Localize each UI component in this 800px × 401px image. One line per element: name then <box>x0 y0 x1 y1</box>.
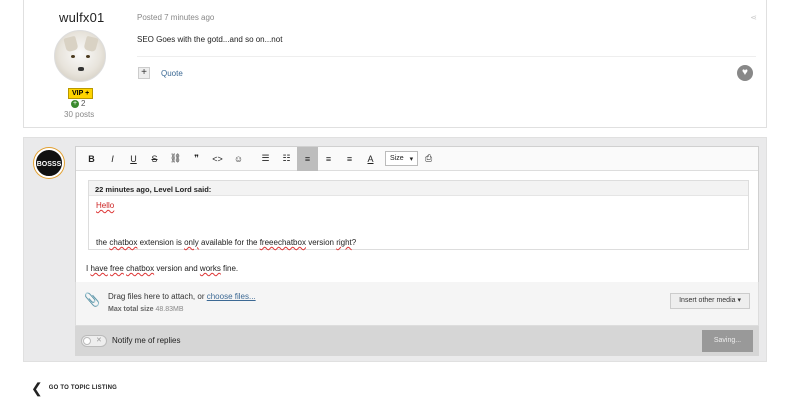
strikethrough-button[interactable]: S <box>144 147 165 171</box>
link-icon[interactable]: ⛓ <box>165 147 186 171</box>
reputation: + 2 <box>71 99 85 108</box>
reply-area: BOSSS B I U S ⛓ ❞ <> ☺ ☰ ☷ ≡ ≡ ≡ A Size … <box>23 137 767 362</box>
max-size: Max total size 48.83MB <box>108 306 184 313</box>
paperclip-icon: 📎 <box>84 292 101 307</box>
go-to-topic-listing-link[interactable]: ❮ GO TO TOPIC LISTING <box>31 380 117 396</box>
reply-user-avatar: BOSSS <box>34 148 64 178</box>
back-label: GO TO TOPIC LISTING <box>48 385 117 391</box>
post-card: wulfx01 VIP + + 2 30 posts Posted 7 minu… <box>23 0 767 128</box>
underline-button[interactable]: U <box>123 147 144 171</box>
text-color-icon[interactable]: A <box>360 147 381 171</box>
quote-citation: 22 minutes ago, Level Lord said: <box>89 181 748 196</box>
font-size-label: Size <box>390 155 404 162</box>
italic-button[interactable]: I <box>102 147 123 171</box>
submit-button[interactable]: Saving... <box>702 330 753 352</box>
reply-footer: ✕ Notify me of replies Saving... <box>75 326 759 356</box>
source-icon[interactable]: ⎙ <box>418 147 439 171</box>
vip-badge: VIP + <box>68 88 94 99</box>
insert-media-button[interactable]: Insert other media ▾ <box>670 293 750 309</box>
close-icon: ✕ <box>96 337 102 344</box>
post-count: 30 posts <box>64 110 95 119</box>
numbered-list-icon[interactable]: ☷ <box>276 147 297 171</box>
font-size-dropdown[interactable]: Size ▾ <box>385 151 419 166</box>
post-timestamp[interactable]: Posted 7 minutes ago <box>137 13 214 22</box>
reply-text[interactable]: I have free chatbox version and works fi… <box>86 264 238 273</box>
quote-icon[interactable]: ❞ <box>186 147 207 171</box>
choose-files-link[interactable]: choose files... <box>207 292 256 301</box>
quote-button[interactable]: Quote <box>161 69 183 78</box>
multiquote-button[interactable]: + <box>138 67 150 79</box>
quote-line-2: the chatbox extension is only available … <box>96 238 357 247</box>
editor-toolbar: B I U S ⛓ ❞ <> ☺ ☰ ☷ ≡ ≡ ≡ A Size ▾ ⎙ <box>76 146 758 171</box>
reputation-count: 2 <box>81 99 86 108</box>
divider <box>137 56 756 57</box>
attachment-area[interactable]: 📎 Drag files here to attach, or choose f… <box>75 282 759 326</box>
notify-toggle[interactable]: ✕ <box>81 335 107 347</box>
align-center-icon[interactable]: ≡ <box>318 147 339 171</box>
drag-files-text: Drag files here to attach, or choose fil… <box>108 292 256 301</box>
bold-button[interactable]: B <box>81 147 102 171</box>
chevron-down-icon: ▾ <box>409 155 414 163</box>
align-right-icon[interactable]: ≡ <box>339 147 360 171</box>
share-icon[interactable]: ⋖ <box>750 13 757 22</box>
bullet-list-icon[interactable]: ☰ <box>255 147 276 171</box>
author-sidebar: wulfx01 VIP + + 2 30 posts <box>24 0 136 127</box>
author-username[interactable]: wulfx01 <box>59 10 104 25</box>
like-heart-icon[interactable]: ♥ <box>737 65 753 81</box>
notify-label: Notify me of replies <box>112 336 181 345</box>
quote-line-1: Hello <box>96 201 115 210</box>
chevron-left-icon: ❮ <box>31 380 43 396</box>
post-content: SEO Goes with the gotd...and so on...not <box>137 35 283 44</box>
author-avatar[interactable] <box>54 30 106 82</box>
quoted-post: 22 minutes ago, Level Lord said: Hello t… <box>88 180 749 250</box>
align-left-icon[interactable]: ≡ <box>297 146 318 171</box>
code-icon[interactable]: <> <box>207 147 228 171</box>
reputation-plus-icon: + <box>71 99 79 108</box>
emoji-icon[interactable]: ☺ <box>228 147 249 171</box>
